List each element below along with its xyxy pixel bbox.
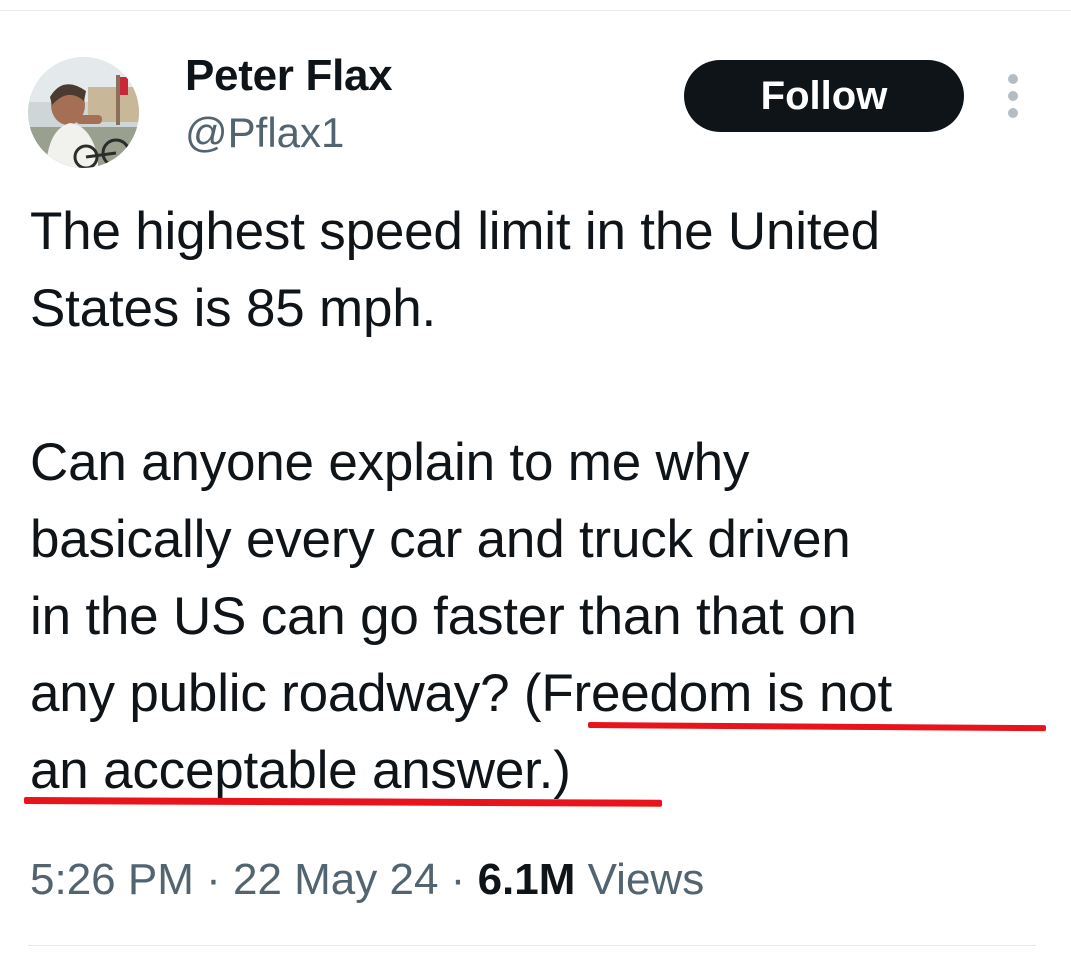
avatar-photo bbox=[28, 57, 139, 168]
tweet-line: Can anyone explain to me why bbox=[30, 433, 750, 492]
follow-button[interactable]: Follow bbox=[684, 60, 964, 132]
more-vertical-icon[interactable] bbox=[996, 74, 1030, 118]
tweet-line: The highest speed limit in the United bbox=[30, 202, 880, 261]
author-name[interactable]: Peter Flax bbox=[185, 51, 393, 101]
meta-separator: · bbox=[193, 855, 233, 904]
tweet-line: basically every car and truck driven bbox=[30, 510, 851, 569]
tweet-time[interactable]: 5:26 PM bbox=[30, 855, 194, 904]
tweet-line: in the US can go faster than that on bbox=[30, 587, 857, 646]
views-label: Views bbox=[575, 855, 705, 904]
tweet-meta: 5:26 PM · 22 May 24 · 6.1M Views bbox=[30, 852, 704, 908]
views-count[interactable]: 6.1M bbox=[478, 855, 576, 904]
tweet-line: any public roadway? (Freedom is not bbox=[30, 664, 893, 723]
avatar[interactable] bbox=[28, 57, 139, 168]
top-divider bbox=[0, 10, 1071, 11]
author-handle[interactable]: @Pflax1 bbox=[185, 108, 344, 158]
tweet-line: States is 85 mph. bbox=[30, 279, 437, 338]
more-dot bbox=[1008, 74, 1018, 84]
more-dot bbox=[1008, 91, 1018, 101]
tweet-date[interactable]: 22 May 24 bbox=[233, 855, 438, 904]
tweet-text: The highest speed limit in the United St… bbox=[30, 193, 1050, 809]
tweet-line bbox=[30, 347, 1050, 424]
meta-separator: · bbox=[438, 855, 478, 904]
bottom-divider bbox=[28, 945, 1036, 946]
more-dot bbox=[1008, 108, 1018, 118]
